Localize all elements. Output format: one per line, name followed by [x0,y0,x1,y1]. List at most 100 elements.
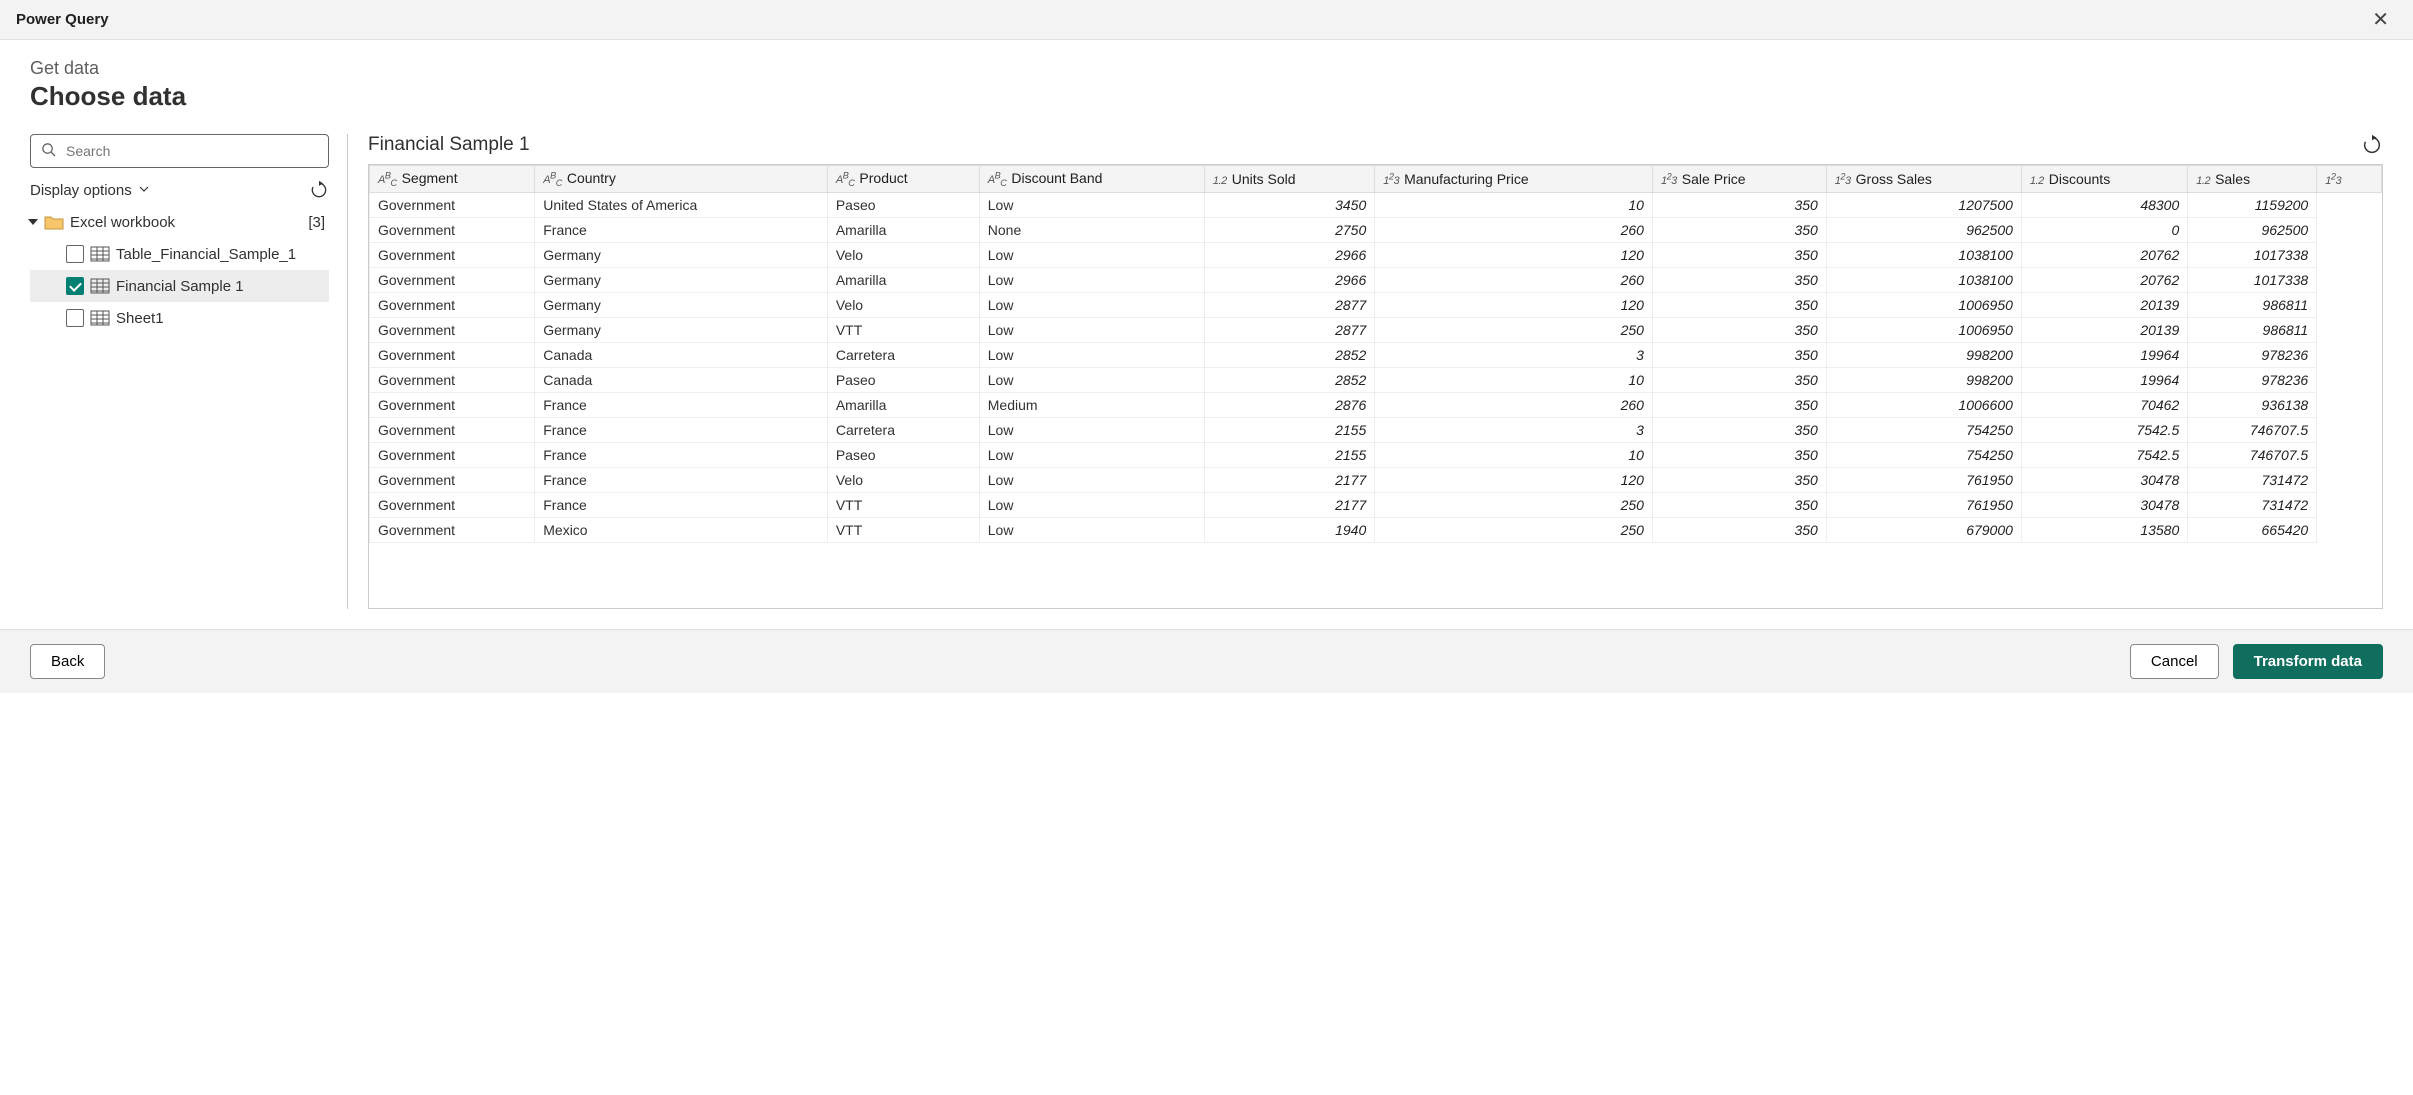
preview-title: Financial Sample 1 [368,134,530,156]
table-cell: Low [979,443,1204,468]
window-title: Power Query [16,11,109,28]
table-cell: Canada [535,368,828,393]
text-type-icon: ABC [378,174,397,186]
table-cell: 350 [1652,418,1826,443]
tree-item[interactable]: Financial Sample 1 [30,270,329,302]
table-cell: Government [370,268,535,293]
tree-item-label: Sheet1 [116,310,164,327]
folder-icon [44,214,64,230]
integer-type-icon: 123 [2325,175,2341,187]
table-cell: United States of America [535,193,828,218]
table-row[interactable]: GovernmentFranceAmarillaNone275026035096… [370,218,2382,243]
column-header[interactable]: 1.2 Units Sold [1204,166,1374,193]
checkbox[interactable] [66,277,84,295]
table-cell: None [979,218,1204,243]
preview-refresh-icon[interactable] [2361,134,2383,156]
table-cell: 70462 [2021,393,2187,418]
table-cell: 260 [1375,218,1653,243]
cancel-button[interactable]: Cancel [2130,644,2219,679]
table-row[interactable]: GovernmentFrancePaseoLow2155103507542507… [370,443,2382,468]
tree-root-excel-workbook[interactable]: Excel workbook [3] [30,206,329,238]
decimal-type-icon: 1.2 [1213,175,1227,187]
table-cell: VTT [827,518,979,543]
decimal-type-icon: 1.2 [2030,175,2044,187]
tree-root-count: [3] [308,214,325,231]
back-button[interactable]: Back [30,644,105,679]
table-cell: France [535,443,828,468]
table-row[interactable]: GovernmentCanadaPaseoLow2852103509982001… [370,368,2382,393]
search-icon [41,142,56,160]
table-cell: 250 [1375,493,1653,518]
search-box[interactable] [30,134,329,168]
table-row[interactable]: GovernmentGermanyVeloLow2966120350103810… [370,243,2382,268]
table-row[interactable]: GovernmentCanadaCarreteraLow285233509982… [370,343,2382,368]
column-header[interactable]: 123 [2317,166,2382,193]
table-cell: Medium [979,393,1204,418]
close-icon[interactable]: ✕ [2364,6,2397,34]
column-header[interactable]: 1.2 Discounts [2021,166,2187,193]
table-cell: 2877 [1204,293,1374,318]
search-input[interactable] [64,142,318,160]
table-row[interactable]: GovernmentGermanyVeloLow2877120350100695… [370,293,2382,318]
tree-item[interactable]: Table_Financial_Sample_1 [30,238,329,270]
table-cell: Amarilla [827,268,979,293]
table-row[interactable]: GovernmentUnited States of AmericaPaseoL… [370,193,2382,218]
column-header[interactable]: ABCDiscount Band [979,166,1204,193]
column-header[interactable]: 123Sale Price [1652,166,1826,193]
table-cell: 754250 [1826,418,2021,443]
column-header-label: Discounts [2049,171,2110,187]
table-cell: Government [370,493,535,518]
table-cell: 20762 [2021,243,2187,268]
table-cell: Government [370,293,535,318]
footer: Back Cancel Transform data [0,629,2413,693]
table-cell: 2852 [1204,368,1374,393]
table-cell: Government [370,193,535,218]
table-cell: 350 [1652,493,1826,518]
table-cell: 1017338 [2188,268,2317,293]
table-cell: Government [370,443,535,468]
display-options-dropdown[interactable]: Display options [30,182,150,199]
table-cell: 1038100 [1826,243,2021,268]
preview-grid-scroll[interactable]: ABCSegmentABCCountryABCProductABCDiscoun… [369,165,2382,608]
table-row[interactable]: GovernmentFranceCarreteraLow215533507542… [370,418,2382,443]
table-cell: 2750 [1204,218,1374,243]
table-cell: Amarilla [827,393,979,418]
tree-item[interactable]: Sheet1 [30,302,329,334]
table-cell: 986811 [2188,318,2317,343]
table-cell: 3450 [1204,193,1374,218]
chevron-down-icon [138,182,150,199]
table-cell: Carretera [827,343,979,368]
table-cell: 10 [1375,368,1653,393]
table-row[interactable]: GovernmentFranceVeloLow21771203507619503… [370,468,2382,493]
column-header-label: Sale Price [1682,171,1746,187]
table-cell: Low [979,518,1204,543]
column-header[interactable]: ABCSegment [370,166,535,193]
column-header[interactable]: ABCCountry [535,166,828,193]
column-header[interactable]: ABCProduct [827,166,979,193]
column-header-label: Units Sold [1232,171,1296,187]
refresh-icon[interactable] [309,180,329,200]
checkbox[interactable] [66,245,84,263]
preview-pane: Financial Sample 1 ABCSegmentABCCountryA… [348,134,2383,609]
transform-data-button[interactable]: Transform data [2233,644,2383,679]
table-row[interactable]: GovernmentGermanyAmarillaLow296626035010… [370,268,2382,293]
column-header[interactable]: 1.2Sales [2188,166,2317,193]
table-row[interactable]: GovernmentMexicoVTTLow194025035067900013… [370,518,2382,543]
table-row[interactable]: GovernmentFranceAmarillaMedium2876260350… [370,393,2382,418]
table-cell: 679000 [1826,518,2021,543]
table-cell: 2155 [1204,443,1374,468]
table-cell: France [535,218,828,243]
table-cell: 13580 [2021,518,2187,543]
table-cell: Carretera [827,418,979,443]
table-cell: Government [370,418,535,443]
table-cell: 1207500 [1826,193,2021,218]
table-cell: 350 [1652,293,1826,318]
column-header[interactable]: 123Gross Sales [1826,166,2021,193]
checkbox[interactable] [66,309,84,327]
table-cell: 350 [1652,243,1826,268]
table-cell: Low [979,493,1204,518]
table-cell: 350 [1652,343,1826,368]
table-row[interactable]: GovernmentFranceVTTLow217725035076195030… [370,493,2382,518]
column-header[interactable]: 123Manufacturing Price [1375,166,1653,193]
table-row[interactable]: GovernmentGermanyVTTLow28772503501006950… [370,318,2382,343]
